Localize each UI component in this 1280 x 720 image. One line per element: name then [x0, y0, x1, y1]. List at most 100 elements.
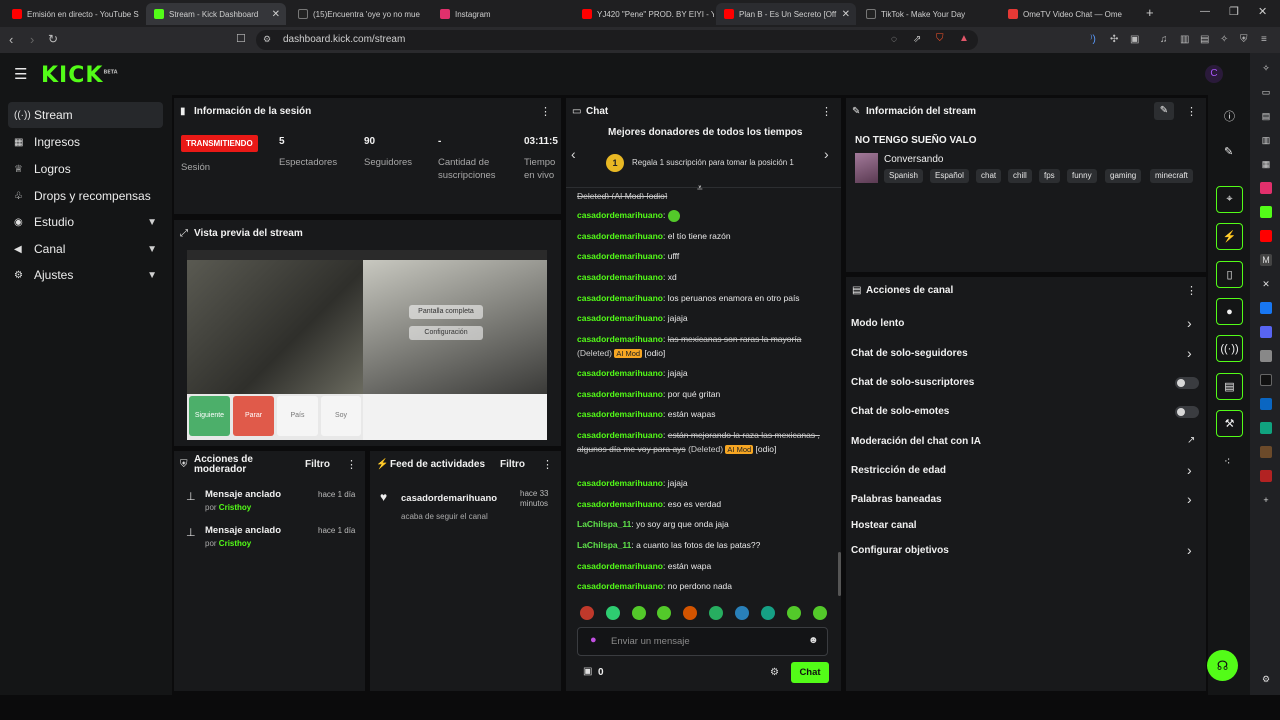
configure-goals-row[interactable]: Configurar objetivos — [851, 545, 949, 556]
notes-button[interactable]: ▯ — [1216, 261, 1243, 288]
chat-popout-button[interactable]: ● — [1216, 298, 1243, 325]
close-icon[interactable]: ✕ — [842, 9, 850, 20]
wallet-icon[interactable]: ▤ — [1260, 110, 1272, 122]
wallet-icon[interactable]: ▭ — [1260, 86, 1272, 98]
emote-icon[interactable] — [761, 606, 775, 620]
slow-mode-row[interactable]: Modo lento — [851, 318, 904, 329]
clip-button[interactable]: ⌖ — [1216, 186, 1243, 213]
followers-only-row[interactable]: Chat de solo-seguidores — [851, 348, 968, 359]
emote-icon[interactable] — [580, 606, 594, 620]
tools-button[interactable]: ⚒ — [1216, 410, 1243, 437]
chat-input[interactable]: ● Enviar un mensaje ☻ — [577, 627, 828, 656]
banned-words-row[interactable]: Palabras baneadas — [851, 494, 942, 505]
browser-tab-active[interactable]: Stream - Kick Dashboard ✕ — [146, 3, 286, 25]
edit-icon[interactable]: ✎ — [1154, 102, 1174, 120]
sidebar-item-stream[interactable]: ((·)) Stream — [8, 102, 163, 128]
broadcast-button[interactable]: ((·)) — [1216, 335, 1243, 362]
chatgpt-icon[interactable] — [1260, 422, 1272, 434]
support-chat-button[interactable]: ☊ — [1207, 650, 1238, 681]
activity-user[interactable]: casadordemarihuano — [401, 493, 497, 504]
more-menu-icon[interactable]: ⋮ — [1186, 105, 1197, 118]
eye-off-icon[interactable]: ◌ — [891, 34, 897, 45]
browser-tab[interactable]: YJ420 "Pene" PROD. BY EIYI - Y — [574, 3, 714, 25]
sidebar-icon[interactable]: ▥ — [1180, 34, 1189, 45]
medium-icon[interactable]: M — [1260, 254, 1272, 266]
pencil-icon[interactable]: ✎ — [1224, 145, 1233, 158]
maximize-icon[interactable]: ❐ — [1229, 5, 1239, 18]
browser-tab[interactable]: Instagram — [432, 3, 572, 25]
vpn-icon[interactable]: ⛨ — [1240, 34, 1248, 45]
facebook-icon[interactable] — [1260, 302, 1272, 314]
avatar[interactable]: C — [1205, 65, 1223, 83]
kick-icon[interactable] — [1260, 206, 1272, 218]
bookmark-icon[interactable]: ☐ — [236, 32, 246, 45]
photos-icon[interactable] — [1260, 350, 1272, 362]
gear-icon[interactable]: ⚙ — [770, 667, 779, 678]
browser-tab[interactable]: Plan B - Es Un Secreto [Off ✕ — [716, 3, 856, 25]
sidebar-item-canal[interactable]: ◀ Canal ▼ — [8, 236, 163, 262]
reload-icon[interactable]: ↻ — [48, 32, 58, 46]
extensions-icon[interactable]: ✣ — [1110, 34, 1118, 45]
forward-icon[interactable]: › — [30, 32, 34, 47]
emote-icon[interactable] — [632, 606, 646, 620]
hamburger-menu-icon[interactable]: ☰ — [14, 65, 27, 83]
customize-icon[interactable]: ⁖ — [1224, 455, 1230, 468]
sidebar-item-estudio[interactable]: ◉ Estudio ▼ — [8, 209, 163, 235]
chat-scrollbar[interactable] — [838, 552, 841, 596]
layout-button[interactable]: ▤ — [1216, 373, 1243, 400]
category-name[interactable]: Conversando — [884, 154, 943, 165]
emoji-icon[interactable]: ☻ — [808, 635, 819, 646]
tiktok-icon[interactable] — [1260, 374, 1272, 386]
screenshot-icon[interactable]: ▣ — [1130, 34, 1139, 45]
more-menu-icon[interactable]: ⋮ — [540, 105, 551, 118]
points-count[interactable]: 0 — [598, 667, 604, 678]
stream-preview[interactable]: Pantalla completa Configuración Siguient… — [187, 250, 547, 440]
emote-icon[interactable] — [813, 606, 827, 620]
brave-shield-icon[interactable]: ⛉ — [936, 33, 944, 44]
bookmarks-icon[interactable]: ▥ — [1260, 134, 1272, 146]
info-icon[interactable]: ⓘ — [1224, 108, 1235, 124]
add-panel-icon[interactable]: + — [1260, 494, 1272, 506]
emote-icon[interactable] — [683, 606, 697, 620]
gear-icon[interactable]: ⚙ — [1260, 673, 1272, 685]
sidebar-item-drops[interactable]: ♧ Drops y recompensas — [8, 183, 163, 209]
menu-icon[interactable]: ≡ — [1261, 34, 1267, 45]
new-tab-icon[interactable]: + — [1146, 5, 1154, 20]
browser-tab[interactable]: TikTok - Make Your Day — [858, 3, 998, 25]
browser-tab[interactable]: Emisión en directo - YouTube S — [4, 3, 144, 25]
reading-list-icon[interactable]: ▦ — [1260, 158, 1272, 170]
emote-icon[interactable] — [657, 606, 671, 620]
chevron-right-icon[interactable]: › — [824, 146, 829, 162]
translate-icon[interactable]: ⁾) — [1090, 34, 1096, 45]
age-restriction-row[interactable]: Restricción de edad — [851, 465, 946, 476]
more-menu-icon[interactable]: ⋮ — [821, 105, 832, 118]
app-icon[interactable] — [1260, 398, 1272, 410]
emote-icon[interactable] — [606, 606, 620, 620]
browser-tab[interactable]: (15)Encuentra 'oye yo no mue — [290, 3, 430, 25]
discord-icon[interactable] — [1260, 326, 1272, 338]
pin-panel-icon[interactable]: ✧ — [1260, 62, 1272, 74]
leo-ai-icon[interactable]: ✧ — [1220, 34, 1228, 45]
music-icon[interactable]: ♫ — [1160, 34, 1168, 45]
external-link-icon[interactable]: ↗ — [1187, 435, 1195, 446]
chevron-right-icon[interactable]: › — [1187, 462, 1192, 478]
more-menu-icon[interactable]: ⋮ — [542, 458, 553, 471]
browser-tab[interactable]: OmeTV Video Chat — Ome — [1000, 3, 1140, 25]
x-icon[interactable]: ✕ — [1260, 278, 1272, 290]
back-icon[interactable]: ‹ — [9, 32, 13, 47]
more-menu-icon[interactable]: ⋮ — [346, 458, 357, 471]
filter-button[interactable]: Filtro — [305, 459, 330, 470]
app-icon[interactable] — [1260, 470, 1272, 482]
emote-icon[interactable] — [787, 606, 801, 620]
chevron-right-icon[interactable]: › — [1187, 491, 1192, 507]
instagram-icon[interactable] — [1260, 182, 1272, 194]
kick-logo[interactable]: KICKBETA — [41, 63, 118, 88]
sidebar-item-ingresos[interactable]: ▦ Ingresos — [8, 129, 163, 155]
url-field[interactable]: dashboard.kick.com/stream — [256, 30, 978, 50]
chevron-right-icon[interactable]: › — [1187, 542, 1192, 558]
close-icon[interactable]: ✕ — [272, 9, 280, 20]
minimize-icon[interactable]: — — [1200, 6, 1210, 17]
moderator-link[interactable]: Cristhoy — [219, 503, 251, 512]
microphone-icon[interactable]: ● — [590, 634, 597, 646]
chat-send-button[interactable]: Chat — [791, 662, 829, 683]
